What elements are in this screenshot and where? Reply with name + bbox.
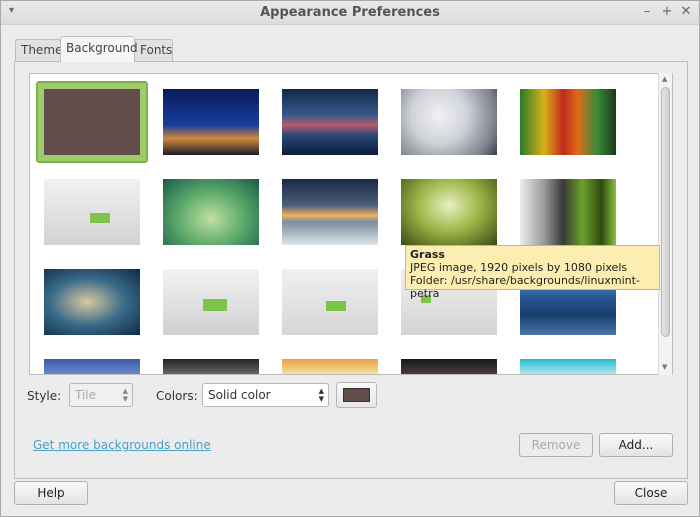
title-bar: ▾ Appearance Preferences – + ✕	[1, 1, 699, 25]
tooltip-folder: Folder: /usr/share/backgrounds/linuxmint…	[410, 274, 640, 300]
help-button[interactable]: Help	[14, 481, 88, 505]
wallpaper-thumb[interactable]	[282, 89, 378, 155]
wallpaper-thumb[interactable]	[520, 359, 616, 374]
color-swatch	[343, 388, 370, 402]
maximize-icon[interactable]: +	[660, 4, 674, 20]
tooltip-title: Grass	[410, 248, 445, 261]
wallpaper-thumb[interactable]	[401, 359, 497, 374]
wallpaper-thumb[interactable]	[163, 179, 259, 245]
style-select[interactable]: Tile ▲ ▼	[69, 383, 133, 407]
colors-label: Colors:	[156, 389, 198, 403]
close-button[interactable]: Close	[614, 481, 688, 505]
tab-fonts[interactable]: Fonts	[134, 39, 173, 61]
wallpaper-thumb[interactable]	[282, 359, 378, 374]
scroll-down-icon[interactable]: ▼	[662, 363, 667, 371]
minimize-icon[interactable]: –	[640, 4, 654, 20]
add-button[interactable]: Add...	[599, 433, 673, 457]
wallpaper-thumb[interactable]	[401, 89, 497, 155]
spin-arrows-icon: ▲ ▼	[122, 387, 128, 403]
color-picker-button[interactable]	[336, 382, 377, 408]
wallpaper-thumb[interactable]	[163, 269, 259, 335]
wallpaper-thumb[interactable]	[44, 269, 140, 335]
scrollbar-thumb[interactable]	[661, 87, 670, 337]
wallpaper-thumb[interactable]	[520, 179, 616, 245]
wallpaper-thumb[interactable]	[44, 89, 140, 155]
close-icon[interactable]: ✕	[679, 4, 693, 20]
wallpaper-thumb[interactable]	[163, 359, 259, 374]
wallpaper-thumb[interactable]	[520, 89, 616, 155]
style-value: Tile	[75, 388, 97, 402]
tab-theme[interactable]: Theme	[15, 39, 62, 61]
tooltip-info: JPEG image, 1920 pixels by 1080 pixels	[410, 261, 628, 274]
window-title: Appearance Preferences	[260, 5, 440, 20]
gallery-scrollbar[interactable]: ▲ ▼	[658, 73, 672, 375]
wallpaper-thumb[interactable]	[163, 89, 259, 155]
colors-value: Solid color	[208, 388, 271, 402]
scroll-up-icon[interactable]: ▲	[662, 75, 667, 83]
style-label: Style:	[27, 389, 62, 403]
appearance-preferences-window: ▾ Appearance Preferences – + ✕ Theme Bac…	[0, 0, 700, 517]
wallpaper-tooltip: Grass JPEG image, 1920 pixels by 1080 pi…	[405, 245, 660, 300]
tab-background[interactable]: Background	[60, 36, 138, 62]
colors-select[interactable]: Solid color ▲ ▼	[202, 383, 329, 407]
wallpaper-thumb[interactable]	[282, 179, 378, 245]
wallpaper-thumb[interactable]	[44, 359, 140, 374]
get-more-backgrounds-link[interactable]: Get more backgrounds online	[33, 438, 211, 452]
wallpaper-thumb-grass[interactable]	[401, 179, 497, 245]
remove-button[interactable]: Remove	[519, 433, 593, 457]
wallpaper-thumb[interactable]	[44, 179, 140, 245]
wallpaper-thumb[interactable]	[282, 269, 378, 335]
spin-arrows-icon: ▲ ▼	[318, 387, 324, 403]
